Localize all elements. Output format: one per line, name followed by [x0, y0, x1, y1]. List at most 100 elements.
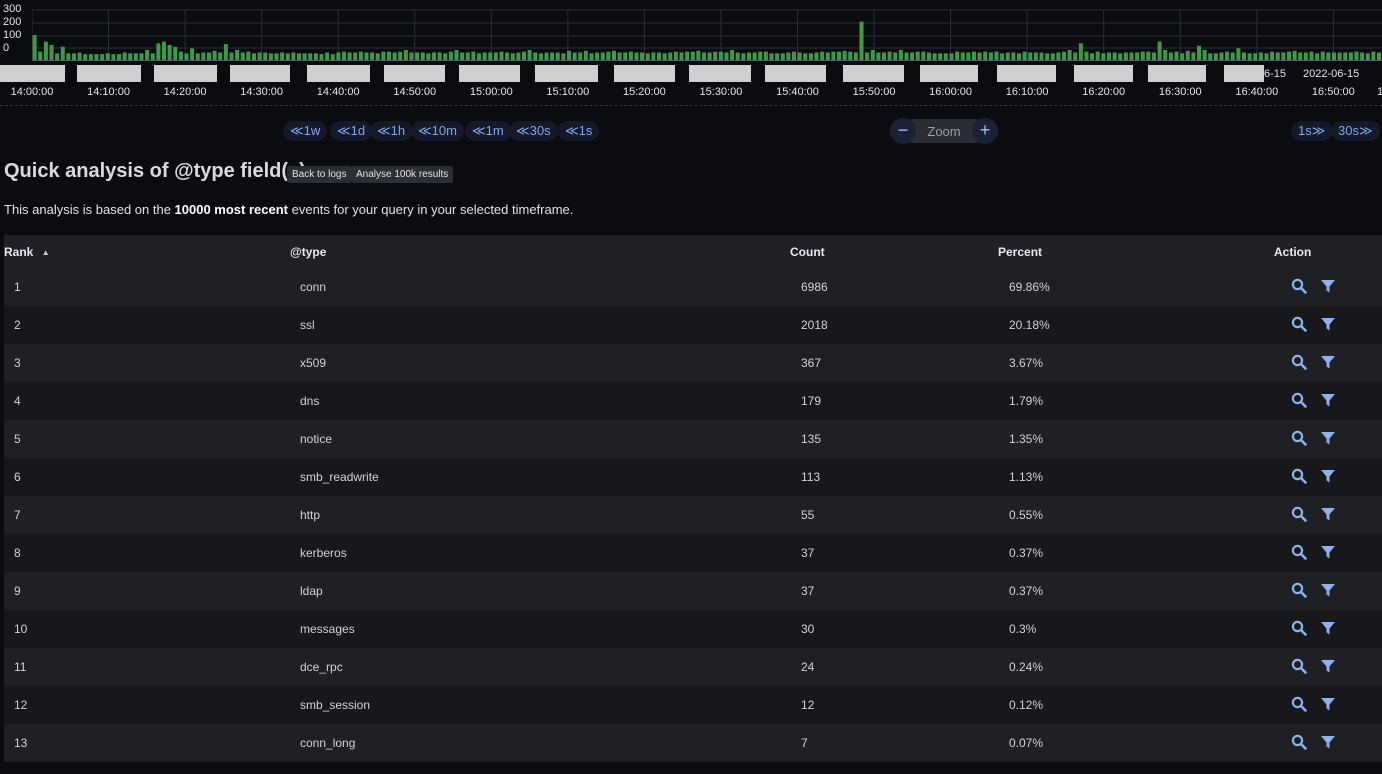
histogram-bar[interactable] [1140, 51, 1145, 60]
filter-icon[interactable] [1320, 658, 1338, 676]
histogram-bar[interactable] [128, 53, 133, 60]
histogram-bar[interactable] [296, 53, 302, 60]
histogram-bar[interactable] [600, 52, 605, 61]
type-cell[interactable]: dce_rpc [300, 660, 343, 674]
histogram-bar[interactable] [71, 53, 77, 60]
histogram-bar[interactable] [814, 52, 819, 61]
histogram-bar[interactable] [235, 50, 240, 60]
histogram-bar[interactable] [550, 52, 555, 61]
histogram-bar[interactable] [966, 52, 971, 61]
histogram-bar[interactable] [1360, 52, 1365, 61]
histogram-bar[interactable] [229, 52, 234, 61]
histogram-bar[interactable] [656, 52, 662, 61]
histogram-bar[interactable] [184, 53, 189, 60]
filter-icon[interactable] [1320, 620, 1338, 638]
histogram-bar[interactable] [156, 43, 161, 60]
histogram-bar[interactable] [280, 52, 285, 61]
histogram-bar[interactable] [1348, 52, 1353, 61]
histogram-bar[interactable] [893, 52, 898, 61]
histogram-bar[interactable] [510, 53, 515, 60]
histogram-bar[interactable] [398, 51, 403, 60]
histogram-bar[interactable] [926, 52, 932, 61]
back-1h-button[interactable]: ≪1h [370, 121, 413, 141]
filter-icon[interactable] [1320, 278, 1338, 296]
histogram-bar[interactable] [1112, 52, 1117, 61]
histogram-bar[interactable] [1281, 52, 1286, 61]
histogram-bar[interactable] [83, 54, 88, 60]
histogram-bar[interactable] [1303, 52, 1308, 61]
type-cell[interactable]: conn [300, 280, 326, 294]
histogram-bar[interactable] [1298, 52, 1303, 61]
histogram-bar[interactable] [488, 52, 493, 61]
histogram-bar[interactable] [803, 53, 808, 60]
histogram-bar[interactable] [1331, 52, 1336, 61]
search-icon[interactable] [1291, 544, 1309, 562]
histogram-bar[interactable] [679, 52, 684, 61]
search-icon[interactable] [1291, 734, 1309, 752]
histogram-bar[interactable] [201, 52, 206, 61]
histogram-bar[interactable] [325, 52, 330, 61]
histogram-bar[interactable] [347, 52, 352, 61]
histogram-bar[interactable] [583, 50, 588, 60]
histogram-bar[interactable] [465, 52, 470, 61]
back-1m-button[interactable]: ≪1m [465, 121, 511, 141]
histogram-bar[interactable] [797, 52, 802, 61]
histogram-bar[interactable] [707, 52, 712, 61]
histogram-bar[interactable] [145, 50, 150, 60]
histogram-bar[interactable] [1213, 53, 1218, 60]
histogram-bar[interactable] [988, 52, 993, 61]
histogram-bar[interactable] [769, 53, 774, 60]
histogram-bar[interactable] [178, 51, 183, 60]
search-icon[interactable] [1291, 696, 1309, 714]
histogram-bar[interactable] [1247, 53, 1252, 60]
back-1d-button[interactable]: ≪1d [330, 121, 373, 141]
histogram-bar[interactable] [994, 51, 999, 60]
type-cell[interactable]: notice [300, 432, 332, 446]
histogram-bar[interactable] [116, 54, 121, 60]
histogram-bar[interactable] [1129, 52, 1134, 61]
histogram-bar[interactable] [336, 52, 341, 61]
histogram-bar[interactable] [1174, 51, 1179, 60]
histogram-bar[interactable] [60, 46, 65, 60]
histogram-bar[interactable] [426, 53, 431, 60]
histogram-bar[interactable] [1309, 51, 1314, 60]
histogram-bar[interactable] [1039, 52, 1044, 61]
histogram-bar[interactable] [1258, 52, 1263, 61]
histogram-bar[interactable] [1151, 52, 1156, 61]
histogram-bar[interactable] [853, 52, 858, 61]
histogram-bar[interactable] [1095, 51, 1100, 60]
histogram-bar[interactable] [544, 52, 549, 61]
type-cell[interactable]: ssl [300, 318, 315, 332]
histogram-bar[interactable] [1135, 52, 1140, 61]
histogram-bar[interactable] [1236, 48, 1241, 60]
histogram-bar[interactable] [482, 52, 487, 61]
back-10m-button[interactable]: ≪10m [411, 121, 464, 141]
histogram-bar[interactable] [43, 41, 48, 60]
histogram-bar[interactable] [460, 52, 465, 61]
histogram-bar[interactable] [1033, 52, 1038, 61]
histogram-bar[interactable] [578, 52, 583, 61]
histogram-bar[interactable] [240, 52, 245, 61]
histogram-bar[interactable] [167, 45, 172, 60]
histogram-bar[interactable] [746, 52, 752, 61]
histogram-bar[interactable] [274, 53, 279, 60]
filter-icon[interactable] [1320, 696, 1338, 714]
histogram-bar[interactable] [527, 50, 532, 60]
histogram-bar[interactable] [848, 51, 853, 60]
filter-icon[interactable] [1320, 468, 1338, 486]
histogram-bar[interactable] [1005, 52, 1010, 61]
histogram-bar[interactable] [49, 45, 54, 60]
sort-ascending-icon[interactable]: ▲ [42, 248, 50, 257]
histogram-bar[interactable] [915, 51, 920, 60]
histogram-bar[interactable] [415, 52, 420, 61]
histogram-bar[interactable] [1123, 52, 1128, 61]
histogram-bar[interactable] [876, 52, 881, 61]
type-cell[interactable]: kerberos [300, 546, 347, 560]
histogram-bar[interactable] [1208, 53, 1213, 60]
type-cell[interactable]: smb_session [300, 698, 370, 712]
filter-icon[interactable] [1320, 506, 1338, 524]
histogram-bar[interactable] [1196, 45, 1201, 60]
histogram-bar[interactable] [1000, 53, 1005, 60]
histogram-bar[interactable] [370, 52, 375, 61]
histogram-bar[interactable] [493, 52, 498, 61]
